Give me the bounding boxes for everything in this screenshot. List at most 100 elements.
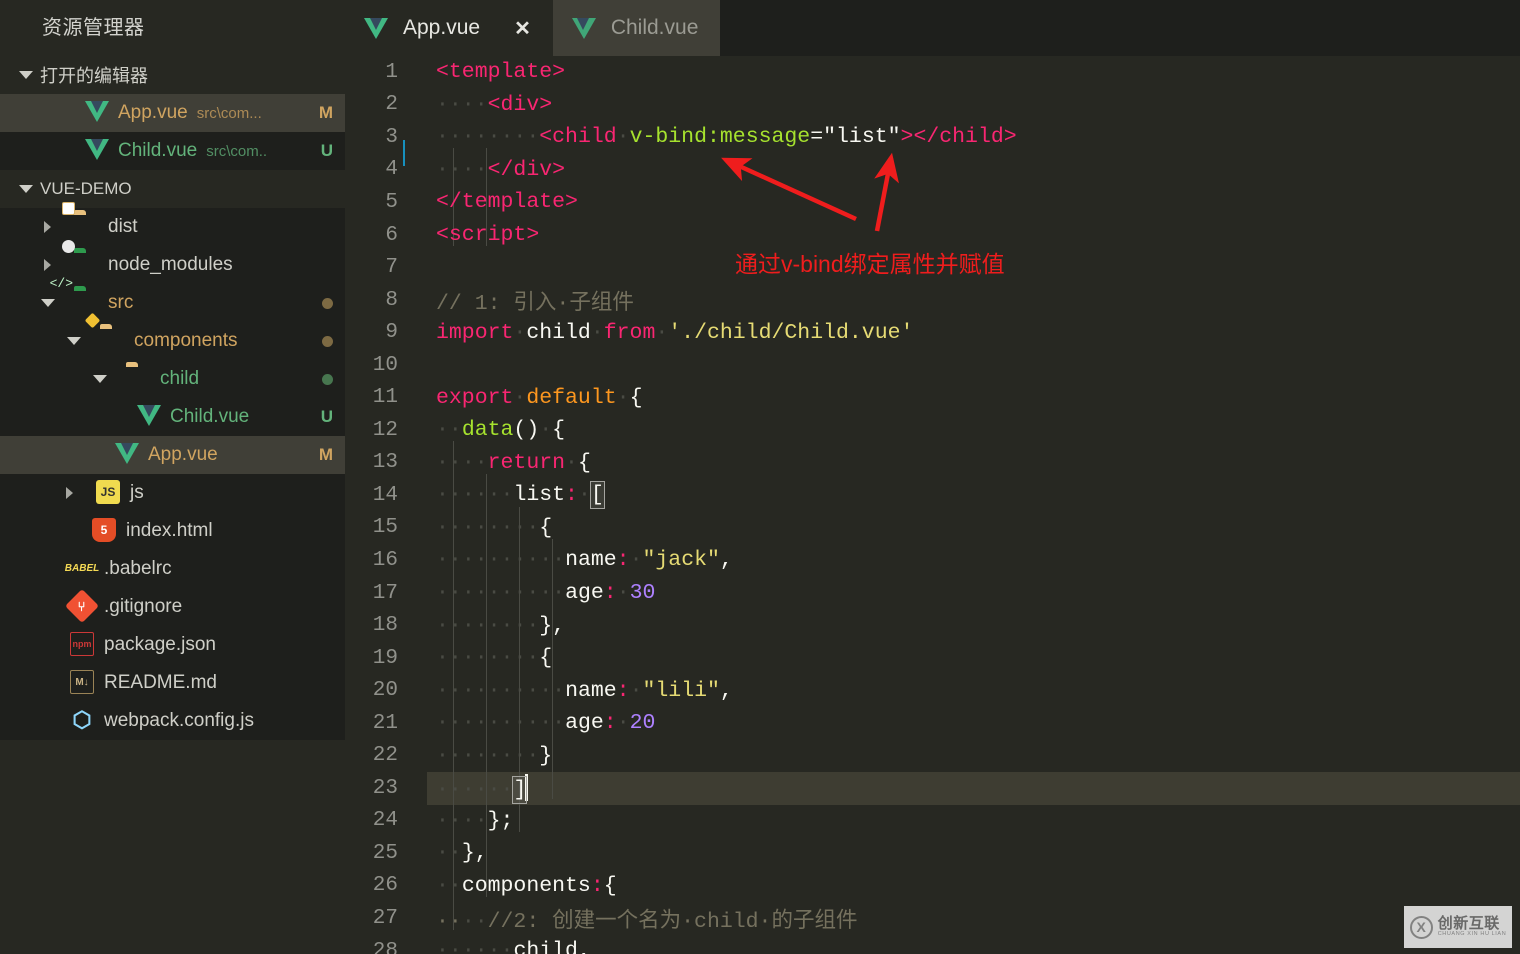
- line-number: 26: [372, 874, 398, 898]
- code-line: 25 ··},: [345, 837, 1520, 870]
- code-text: ··········age:·20: [436, 711, 656, 736]
- code-text: ··········name:·"jack",: [436, 548, 733, 573]
- watermark-logo: 创新互联 CHUANG XIN HU LIAN: [1404, 906, 1512, 948]
- explorer-sidebar: 资源管理器 打开的编辑器 App.vue src\com... M Child.…: [0, 0, 345, 954]
- git-status-badge: U: [320, 407, 333, 426]
- tree-item-child-vue[interactable]: Child.vue U: [0, 398, 345, 436]
- line-number: 27: [372, 906, 398, 930]
- code-editor[interactable]: 1 <template> 2 ····<div> 3 ········<chil…: [345, 56, 1520, 954]
- chevron-down-icon: [64, 331, 84, 351]
- code-text: export·default·{: [436, 385, 643, 410]
- tree-item-label: index.html: [126, 520, 213, 541]
- editor-tabbar: App.vue ✕ Child.vue: [345, 0, 1520, 56]
- tree-item-dist[interactable]: dist: [0, 202, 345, 246]
- code-line: 8 // 1: 引入·子组件: [345, 284, 1520, 317]
- vue-icon: [571, 17, 597, 39]
- line-number: 4: [385, 158, 398, 182]
- chevron-right-icon: [60, 483, 80, 503]
- code-text: ········}: [436, 743, 553, 768]
- open-editors-header[interactable]: 打开的编辑器: [0, 56, 345, 94]
- tree-item-js[interactable]: JS js: [0, 474, 345, 512]
- code-line: 28 ······child,: [345, 935, 1520, 954]
- brand-mark-icon: [1409, 915, 1433, 939]
- editor-group: App.vue ✕ Child.vue 1 <template> 2 ····<…: [345, 0, 1520, 954]
- code-text: // 1: 引入·子组件: [436, 291, 634, 316]
- tree-item-components[interactable]: components: [0, 312, 345, 360]
- code-line: 6 <script>: [345, 219, 1520, 252]
- vue-icon: [114, 442, 140, 468]
- code-line: 4 ····</div>: [345, 154, 1520, 187]
- code-text: ··data()·{: [436, 418, 566, 443]
- tree-item-app-vue[interactable]: App.vue M: [0, 436, 345, 474]
- code-line: 27 ····//2: 创建一个名为·child·的子组件: [345, 902, 1520, 935]
- tree-item-label: webpack.config.js: [104, 710, 254, 731]
- code-text: ··components:{: [436, 873, 617, 898]
- line-number: 25: [372, 841, 398, 865]
- tab-child-vue[interactable]: Child.vue: [552, 0, 721, 56]
- tree-item-label: .gitignore: [104, 596, 183, 617]
- open-editors-label: 打开的编辑器: [40, 66, 148, 86]
- line-number: 20: [372, 679, 398, 703]
- tab-app-vue[interactable]: App.vue ✕: [345, 0, 553, 56]
- tree-item-package-json[interactable]: npm package.json: [0, 626, 345, 664]
- tree-item-webpack-config[interactable]: ⬡ webpack.config.js: [0, 702, 345, 740]
- line-number: 12: [372, 418, 398, 442]
- tree-item-readme[interactable]: M↓ README.md: [0, 664, 345, 702]
- line-number: 8: [385, 288, 398, 312]
- code-line: 20 ··········name:·"lili",: [345, 674, 1520, 707]
- code-text: ····return·{: [436, 450, 591, 475]
- code-text: <template>: [436, 60, 566, 85]
- code-text: ······list:·[: [436, 481, 605, 510]
- code-line: 24 ····};: [345, 805, 1520, 838]
- open-editor-path: src\com..: [206, 142, 268, 160]
- folder-js-icon: JS: [96, 480, 122, 506]
- folder-dist-icon: [62, 202, 100, 240]
- vue-icon: [136, 404, 162, 430]
- project-root-header[interactable]: VUE-DEMO: [0, 170, 345, 208]
- code-text: ······child,: [436, 939, 591, 954]
- line-number: 10: [372, 353, 398, 377]
- file-tree: dist node_modules </> src components chi…: [0, 202, 345, 740]
- line-number: 23: [372, 776, 398, 800]
- code-text: ········{: [436, 646, 553, 671]
- code-text: <script>: [436, 223, 540, 247]
- code-line: 16 ··········name:·"jack",: [345, 544, 1520, 577]
- tree-item-label: components: [134, 330, 238, 351]
- tree-item-child[interactable]: child: [0, 360, 345, 398]
- folder-icon: [126, 366, 152, 392]
- code-line: 2 ····<div>: [345, 89, 1520, 122]
- tree-item-index-html[interactable]: 5 index.html: [0, 512, 345, 550]
- code-line: 1 <template>: [345, 56, 1520, 89]
- vue-icon: [363, 17, 389, 39]
- line-number: 11: [372, 386, 398, 410]
- folder-comp-icon: [84, 312, 126, 354]
- line-number: 17: [372, 581, 398, 605]
- code-line: 22 ········}: [345, 739, 1520, 772]
- line-number: 28: [372, 939, 398, 954]
- tree-item-babelrc[interactable]: BABEL .babelrc: [0, 550, 345, 588]
- code-line: 14 ······list:·[: [345, 479, 1520, 512]
- open-editor-item-child-vue[interactable]: Child.vue src\com.. U: [0, 132, 345, 170]
- git-icon: ⑂: [65, 589, 99, 623]
- code-text: </template>: [436, 190, 578, 215]
- code-text: ····<div>: [436, 92, 553, 117]
- open-editor-item-app-vue[interactable]: App.vue src\com... M: [0, 94, 345, 132]
- tree-item-gitignore[interactable]: ⑂ .gitignore: [0, 588, 345, 626]
- code-line: 12 ··data()·{: [345, 414, 1520, 447]
- tree-item-src[interactable]: </> src: [0, 277, 345, 322]
- tree-item-label: README.md: [104, 672, 217, 693]
- project-root-label: VUE-DEMO: [40, 179, 132, 198]
- open-editor-name: App.vue: [118, 102, 188, 123]
- line-number: 2: [385, 93, 398, 117]
- vue-icon: [84, 138, 110, 164]
- tree-item-label: node_modules: [108, 254, 233, 275]
- npm-icon: npm: [70, 632, 96, 658]
- tab-label: App.vue: [403, 16, 481, 39]
- chevron-right-icon: [38, 255, 58, 275]
- close-icon[interactable]: ✕: [514, 16, 531, 41]
- code-line: 19 ········{: [345, 642, 1520, 675]
- code-line: 5 </template>: [345, 186, 1520, 219]
- code-text: ····};: [436, 808, 514, 833]
- open-editor-path: src\com...: [196, 104, 262, 122]
- line-number: 18: [372, 614, 398, 638]
